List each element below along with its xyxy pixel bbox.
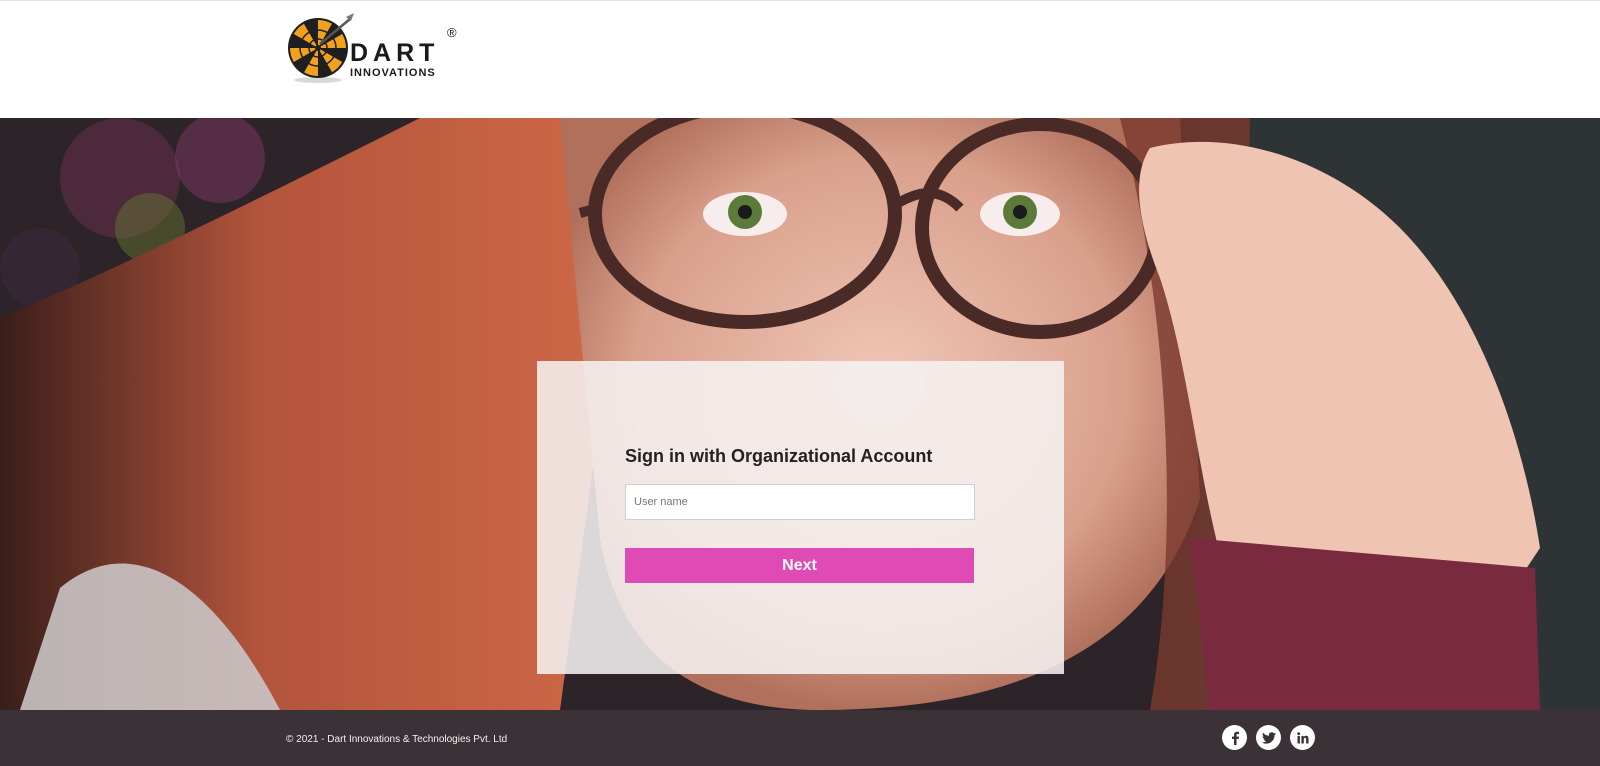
- login-card: Sign in with Organizational Account Next: [537, 361, 1064, 674]
- login-title: Sign in with Organizational Account: [625, 446, 933, 466]
- next-button[interactable]: Next: [625, 548, 974, 583]
- logo-wordmark: DART: [350, 39, 440, 67]
- logo-subtitle: INNOVATIONS: [350, 67, 436, 79]
- registered-mark: ®: [447, 25, 457, 40]
- copyright-text: © 2021 - Dart Innovations & Technologies…: [286, 734, 508, 745]
- hero-background: Sign in with Organizational Account Next: [0, 118, 1600, 710]
- dartboard-icon: [288, 13, 354, 83]
- twitter-icon[interactable]: [1256, 725, 1281, 750]
- dart-innovations-logo[interactable]: DART INNOVATIONS ®: [288, 13, 464, 83]
- site-footer: © 2021 - Dart Innovations & Technologies…: [0, 710, 1600, 766]
- facebook-icon[interactable]: [1222, 725, 1247, 750]
- linkedin-icon[interactable]: [1290, 725, 1315, 750]
- username-input[interactable]: [625, 484, 975, 520]
- site-header: DART INNOVATIONS ®: [0, 0, 1600, 118]
